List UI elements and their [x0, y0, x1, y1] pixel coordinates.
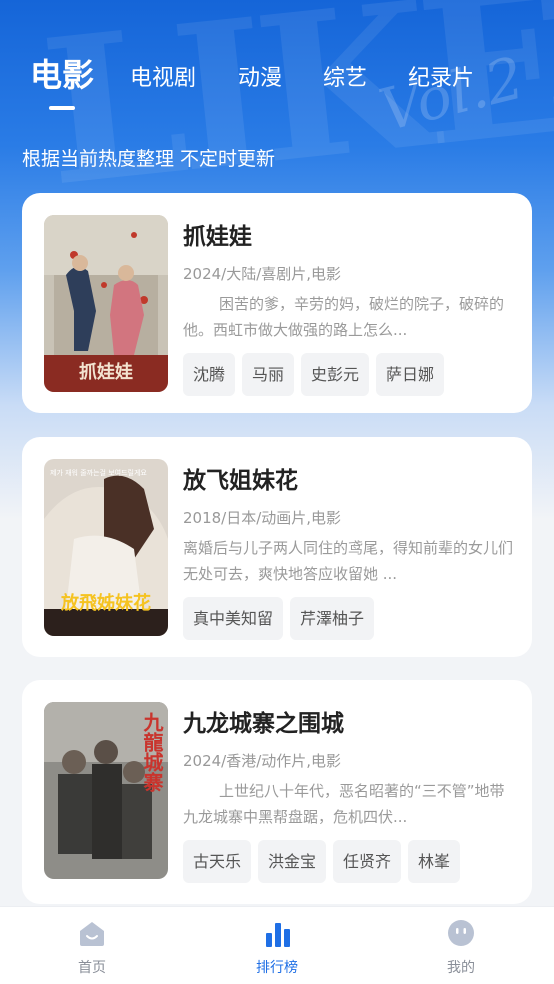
tab-label: 综艺	[323, 66, 368, 91]
nav-profile[interactable]: 我的	[401, 907, 521, 984]
actor-tag[interactable]: 沈腾	[183, 353, 236, 396]
actor-list: 沈腾 马丽 史彭元 萨日娜	[183, 353, 445, 396]
movie-meta: 2018/日本/动画片,电影	[183, 509, 342, 527]
tab-label: 电影	[30, 56, 95, 94]
movie-meta: 2024/大陆/喜剧片,电影	[183, 265, 342, 283]
active-tab-indicator	[49, 106, 75, 110]
poster-title: 放飛姊妹花	[60, 592, 151, 614]
actor-tag[interactable]: 芹澤柚子	[290, 597, 375, 640]
movie-description: 上世纪八十年代，恶名昭著的“三不管”地带九龙城寨中黑帮盘踞，危机四伏...	[183, 782, 505, 826]
nav-label: 首页	[78, 960, 106, 976]
actor-tag[interactable]: 史彭元	[301, 353, 370, 396]
tab-tv[interactable]: 电视剧	[130, 54, 196, 104]
subtitle: 根据当前热度整理 不定时更新	[22, 148, 276, 170]
category-tabs: 电影 电视剧 动漫 综艺 纪录片	[0, 52, 554, 112]
movie-card[interactable]: 제가 재워 줄까는걸 보여드릴게요 放飛姊妹花 放飞姐妹花 2018/日本/动画…	[22, 437, 532, 657]
poster-image: 제가 재워 줄까는걸 보여드릴게요 放飛姊妹花	[44, 459, 168, 636]
actor-tag[interactable]: 古天乐	[183, 840, 252, 883]
bottom-navigation: 首页 排行榜 我的	[0, 906, 554, 984]
nav-label: 排行榜	[256, 960, 298, 976]
movie-title: 抓娃娃	[183, 224, 252, 250]
smile-icon	[448, 920, 474, 946]
tab-label: 纪录片	[408, 66, 475, 91]
actor-tag[interactable]: 任贤齐	[333, 840, 402, 883]
actor-list: 真中美知留 芹澤柚子	[183, 597, 375, 640]
movie-card[interactable]: 九龍城寨 九龙城寨之围城 2024/香港/动作片,电影 上世纪八十年代，恶名昭著…	[22, 680, 532, 904]
movie-title: 放飞姐妹花	[183, 468, 298, 494]
poster-title: 抓娃娃	[79, 361, 133, 383]
movie-meta: 2024/香港/动作片,电影	[183, 752, 342, 770]
tab-variety[interactable]: 综艺	[323, 54, 367, 104]
nav-label: 我的	[447, 960, 475, 976]
actor-tag[interactable]: 林峯	[408, 840, 461, 883]
movie-description: 困苦的爹，辛劳的妈，破烂的院子，破碎的他。西虹市做大做强的路上怎么...	[183, 295, 505, 339]
home-icon	[80, 922, 104, 946]
poster-image: 九龍城寨	[44, 702, 168, 879]
tab-label: 动漫	[238, 66, 283, 91]
poster-title: 九龍城寨	[140, 712, 164, 792]
movie-card[interactable]: 抓娃娃 抓娃娃 2024/大陆/喜剧片,电影 困苦的爹，辛劳的妈，破烂的院子，破…	[22, 193, 532, 413]
actor-tag[interactable]: 真中美知留	[183, 597, 284, 640]
actor-tag[interactable]: 洪金宝	[258, 840, 327, 883]
chart-icon	[266, 923, 290, 947]
movie-title: 九龙城寨之围城	[183, 711, 344, 737]
nav-ranking[interactable]: 排行榜	[217, 907, 337, 984]
tab-anime[interactable]: 动漫	[238, 54, 282, 104]
poster-korean-text: 제가 재워 줄까는걸 보여드릴게요	[50, 468, 147, 477]
tab-movie[interactable]: 电影	[30, 50, 95, 110]
tab-documentary[interactable]: 纪录片	[408, 54, 474, 104]
actor-list: 古天乐 洪金宝 任贤齐 林峯	[183, 840, 461, 883]
actor-tag[interactable]: 马丽	[242, 353, 295, 396]
nav-home[interactable]: 首页	[32, 907, 152, 984]
poster-image: 抓娃娃	[44, 215, 168, 392]
movie-description: 离婚后与儿子两人同住的鸢尾，得知前辈的女儿们无处可去，爽快地答应收留她 ...	[183, 539, 513, 583]
tab-label: 电视剧	[130, 66, 197, 91]
actor-tag[interactable]: 萨日娜	[376, 353, 445, 396]
